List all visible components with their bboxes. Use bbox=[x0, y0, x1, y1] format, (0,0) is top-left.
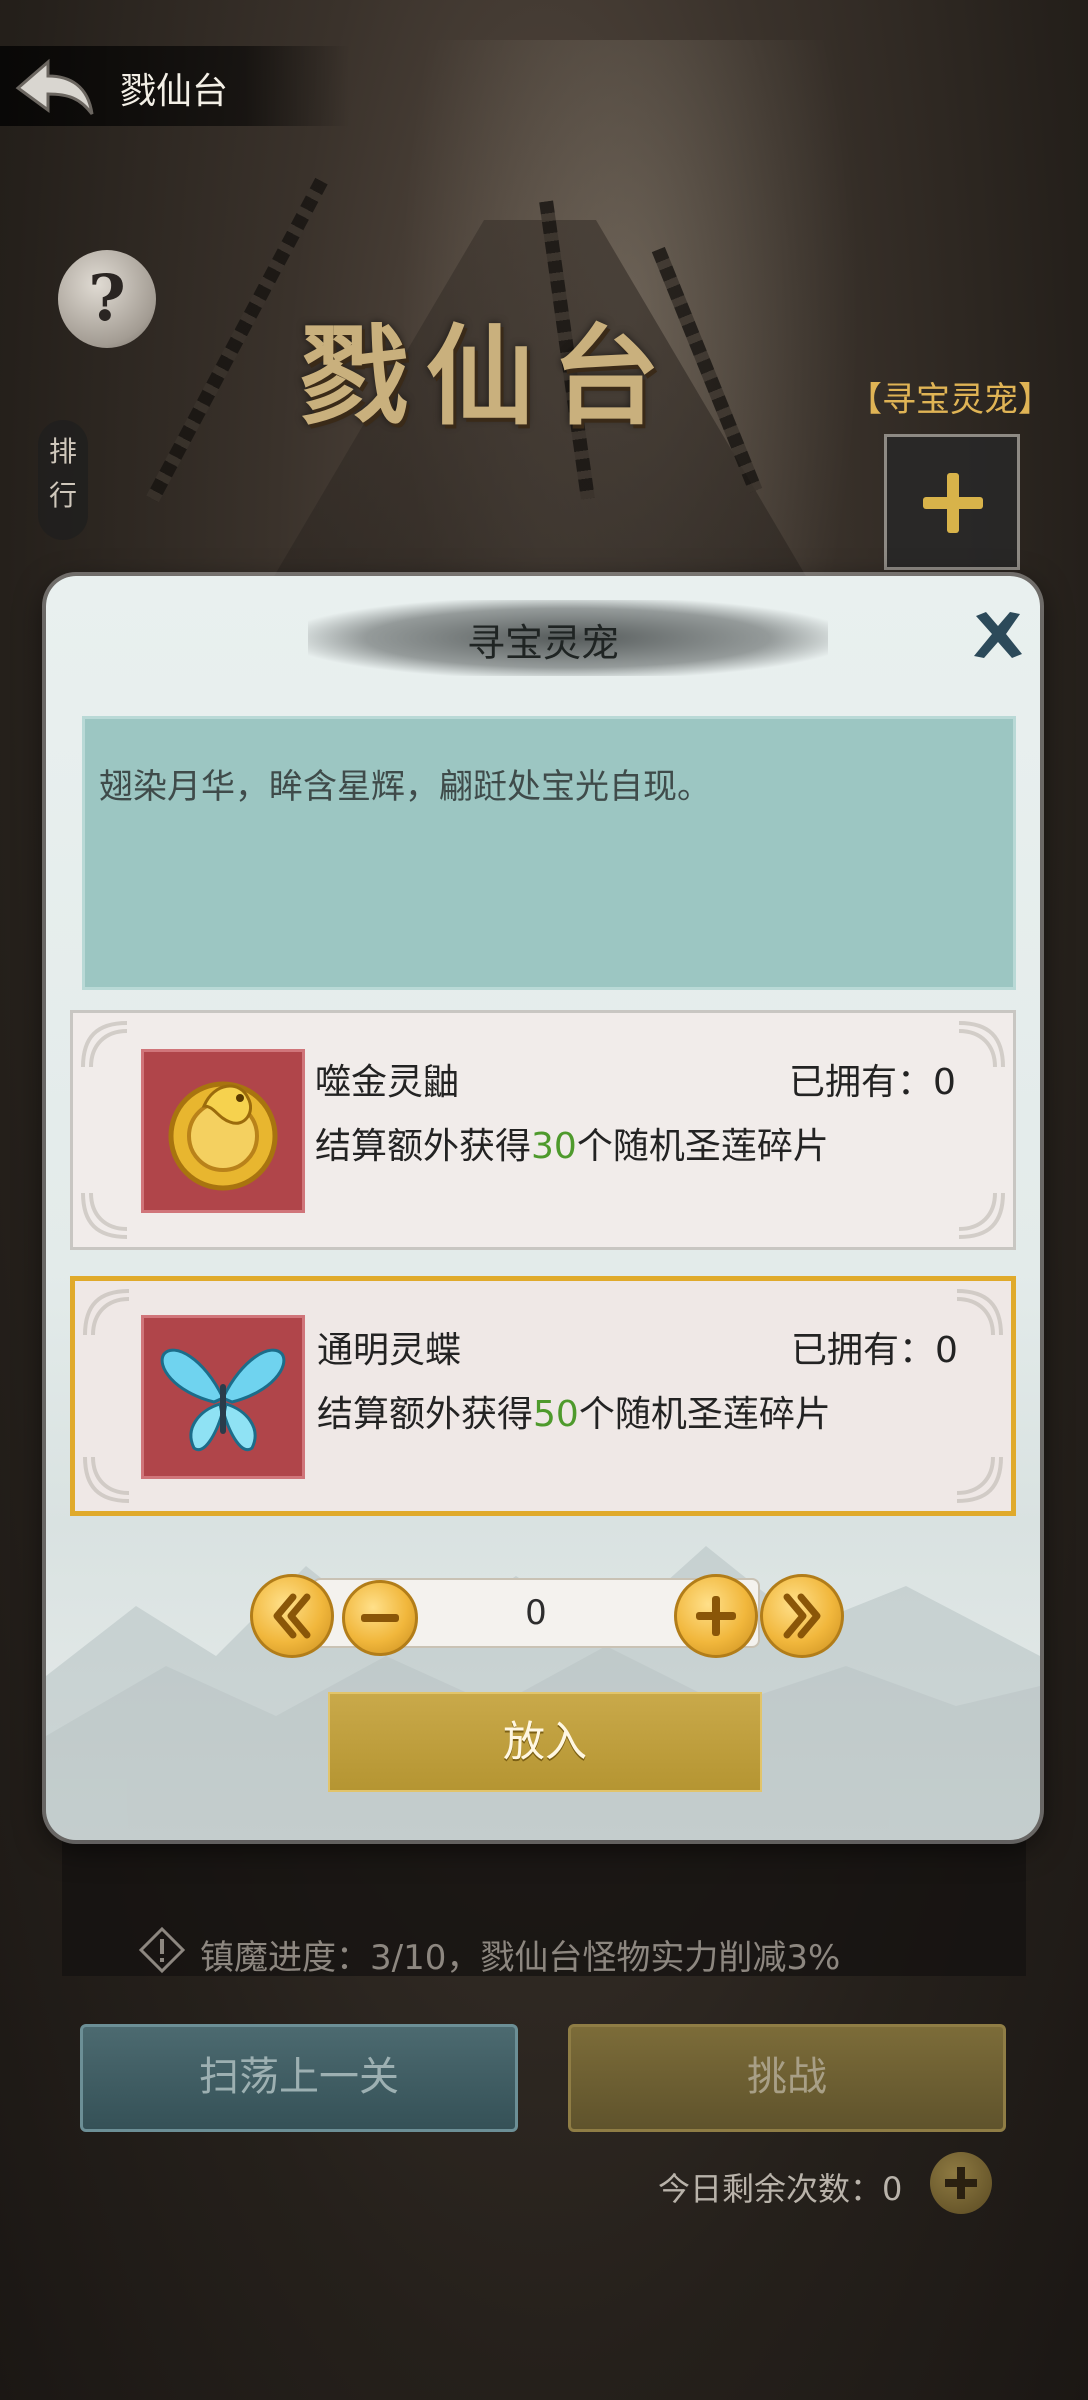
cloud-corner-decoration bbox=[83, 1289, 130, 1336]
back-button[interactable] bbox=[10, 54, 96, 122]
page-title: 戮仙台 bbox=[120, 71, 229, 112]
ranking-button[interactable]: 排行 bbox=[38, 420, 88, 540]
effect-prefix: 结算额外获得 bbox=[315, 1126, 532, 1167]
cloud-corner-decoration bbox=[958, 1021, 1005, 1068]
warning-diamond-icon bbox=[138, 1926, 186, 1974]
pet-owned-count: 已拥有：0 bbox=[791, 1321, 958, 1373]
help-button[interactable]: ? bbox=[58, 250, 156, 348]
effect-suffix: 个随机圣莲碎片 bbox=[576, 1126, 829, 1167]
put-in-button[interactable]: 放入 bbox=[328, 1692, 762, 1792]
treasure-pet-dialog: 寻宝灵宠 翅染月华，眸含星辉，翩跹处宝光自现。 噬金灵鼬 已拥有：0 结算额外获… bbox=[46, 576, 1040, 1840]
close-icon bbox=[974, 612, 1022, 658]
minus-icon bbox=[361, 1614, 399, 1622]
effect-amount: 30 bbox=[531, 1126, 577, 1167]
remaining-label: 今日剩余次数： bbox=[658, 2170, 883, 2208]
suppression-progress-text: 镇魔进度：3/10，戮仙台怪物实力削减3% bbox=[200, 1938, 841, 1978]
sweep-previous-button[interactable]: 扫荡上一关 bbox=[80, 2024, 518, 2132]
scene-title: 戮仙台 bbox=[300, 314, 679, 440]
pet-effect: 结算额外获得30个随机圣莲碎片 bbox=[315, 1117, 829, 1169]
pet-slot-add-button[interactable] bbox=[884, 434, 1020, 570]
close-button[interactable] bbox=[968, 606, 1026, 664]
pet-effect: 结算额外获得50个随机圣莲碎片 bbox=[317, 1385, 831, 1437]
increase-button[interactable] bbox=[674, 1574, 758, 1658]
decrease-button[interactable] bbox=[342, 1580, 418, 1656]
pet-name: 通明灵蝶 bbox=[317, 1330, 462, 1371]
pet-card-gold-weasel[interactable]: 噬金灵鼬 已拥有：0 结算额外获得30个随机圣莲碎片 bbox=[70, 1010, 1016, 1250]
cloud-corner-decoration bbox=[81, 1192, 128, 1239]
quantity-stepper: 0 bbox=[46, 1570, 1040, 1662]
pet-card-clear-butterfly[interactable]: 通明灵蝶 已拥有：0 结算额外获得50个随机圣莲碎片 bbox=[70, 1276, 1016, 1516]
description-box: 翅染月华，眸含星辉，翩跹处宝光自现。 bbox=[82, 716, 1016, 990]
owned-value: 0 bbox=[933, 1062, 956, 1103]
gold-weasel-icon bbox=[141, 1049, 305, 1213]
pet-name: 噬金灵鼬 bbox=[315, 1062, 460, 1103]
effect-amount: 50 bbox=[533, 1394, 579, 1435]
dialog-title: 寻宝灵宠 bbox=[466, 621, 619, 665]
effect-prefix: 结算额外获得 bbox=[317, 1394, 534, 1435]
min-quantity-button[interactable] bbox=[250, 1574, 334, 1658]
owned-label: 已拥有： bbox=[789, 1062, 934, 1103]
cloud-corner-decoration bbox=[958, 1192, 1005, 1239]
owned-label: 已拥有： bbox=[791, 1330, 936, 1371]
back-arrow-icon bbox=[15, 58, 94, 115]
butterfly-icon bbox=[141, 1315, 305, 1479]
cloud-corner-decoration bbox=[956, 1456, 1003, 1503]
add-attempts-button[interactable] bbox=[930, 2152, 992, 2214]
owned-value: 0 bbox=[935, 1330, 958, 1371]
pet-description: 翅染月华，眸含星辉，翩跹处宝光自现。 bbox=[99, 767, 711, 807]
challenge-button[interactable]: 挑战 bbox=[568, 2024, 1006, 2132]
remaining-attempts: 今日剩余次数：0 bbox=[658, 2164, 902, 2210]
cloud-corner-decoration bbox=[81, 1021, 128, 1068]
effect-suffix: 个随机圣莲碎片 bbox=[578, 1394, 831, 1435]
pet-owned-count: 已拥有：0 bbox=[789, 1053, 956, 1105]
max-quantity-button[interactable] bbox=[760, 1574, 844, 1658]
plus-icon bbox=[696, 1596, 736, 1636]
cloud-corner-decoration bbox=[83, 1456, 130, 1503]
double-chevron-left-icon bbox=[273, 1593, 311, 1639]
remaining-count: 0 bbox=[882, 2170, 903, 2208]
double-chevron-right-icon bbox=[783, 1593, 821, 1639]
pet-slot-label: 【寻宝灵宠】 bbox=[848, 380, 1052, 420]
